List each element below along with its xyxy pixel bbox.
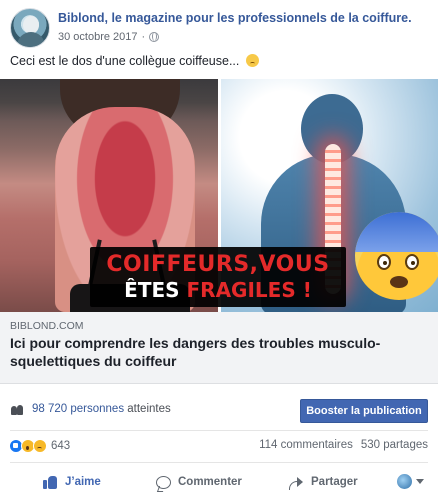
people-icon [11, 405, 25, 415]
banner-line-2-white: ÊTES [124, 278, 187, 302]
emoji-mouth [390, 276, 408, 288]
shared-link-image[interactable]: COIFFEURS,VOUS ÊTES FRAGILES ! [0, 79, 438, 312]
boost-post-button[interactable]: Booster la publication [300, 399, 428, 423]
comment-button[interactable]: Commenter [156, 470, 242, 494]
chevron-down-icon [416, 479, 424, 484]
link-preview[interactable]: BIBLOND.COM Ici pour comprendre les dang… [0, 312, 438, 384]
globe-icon[interactable] [149, 32, 160, 42]
link-domain: BIBLOND.COM [10, 320, 84, 332]
like-label: J’aime [65, 476, 101, 488]
emoji-eye-left [377, 254, 391, 270]
page-avatar[interactable] [10, 8, 50, 48]
reach-suffix: atteintes [124, 403, 171, 415]
avatar-body [17, 32, 45, 47]
page-name-link[interactable]: Biblond, le magazine pour les profession… [58, 11, 412, 25]
comment-bubble-icon [156, 475, 171, 489]
comments-shares: 114 commentaires 530 partages [259, 439, 428, 451]
reach-row: 98 720 personnes atteintes Booster la pu… [0, 395, 438, 427]
emoji-eye-right [405, 254, 419, 270]
divider [10, 462, 428, 463]
comment-label: Commenter [178, 476, 242, 488]
profile-globe-icon [397, 474, 412, 489]
reach-text: 98 720 personnes atteintes [32, 403, 171, 415]
banner-line-2-red: FRAGILES ! [186, 278, 312, 302]
banner-line-2: ÊTES FRAGILES ! [90, 278, 346, 302]
separator-dot: · [141, 31, 146, 43]
reach-count[interactable]: 98 720 personnes [32, 403, 124, 415]
like-button[interactable]: J’aime [42, 470, 101, 494]
actor-selector[interactable] [397, 474, 424, 489]
headline-banner: COIFFEURS,VOUS ÊTES FRAGILES ! [90, 247, 346, 307]
worried-face-emoji-icon [245, 54, 259, 67]
shares-count[interactable]: 530 partages [361, 439, 428, 451]
comments-count[interactable]: 114 commentaires [259, 439, 353, 451]
share-button[interactable]: Partager [288, 470, 358, 494]
reactions-count: 643 [51, 440, 71, 452]
emoji-forehead [355, 212, 438, 252]
banner-line-1: COIFFEURS,VOUS [106, 252, 330, 277]
sad-reaction-icon [33, 439, 47, 453]
post-actions: J’aime Commenter Partager [0, 466, 438, 498]
share-label: Partager [311, 476, 358, 488]
post-header: Biblond, le magazine pour les profession… [10, 8, 428, 48]
post-date[interactable]: 30 octobre 2017 [58, 31, 138, 43]
divider [10, 430, 428, 431]
post-meta: 30 octobre 2017 · [58, 31, 160, 43]
post-message: Ceci est le dos d'une collègue coiffeuse… [10, 54, 259, 68]
scared-face-emoji-icon [355, 212, 438, 300]
engagement-stats: 643 114 commentaires 530 partages [0, 436, 438, 458]
reactions-summary[interactable]: 643 [9, 439, 70, 453]
link-title[interactable]: Ici pour comprendre les dangers des trou… [10, 334, 425, 370]
thumbs-up-icon [42, 474, 58, 490]
post-message-text: Ceci est le dos d'une collègue coiffeuse… [10, 54, 240, 68]
share-arrow-icon [288, 474, 304, 490]
